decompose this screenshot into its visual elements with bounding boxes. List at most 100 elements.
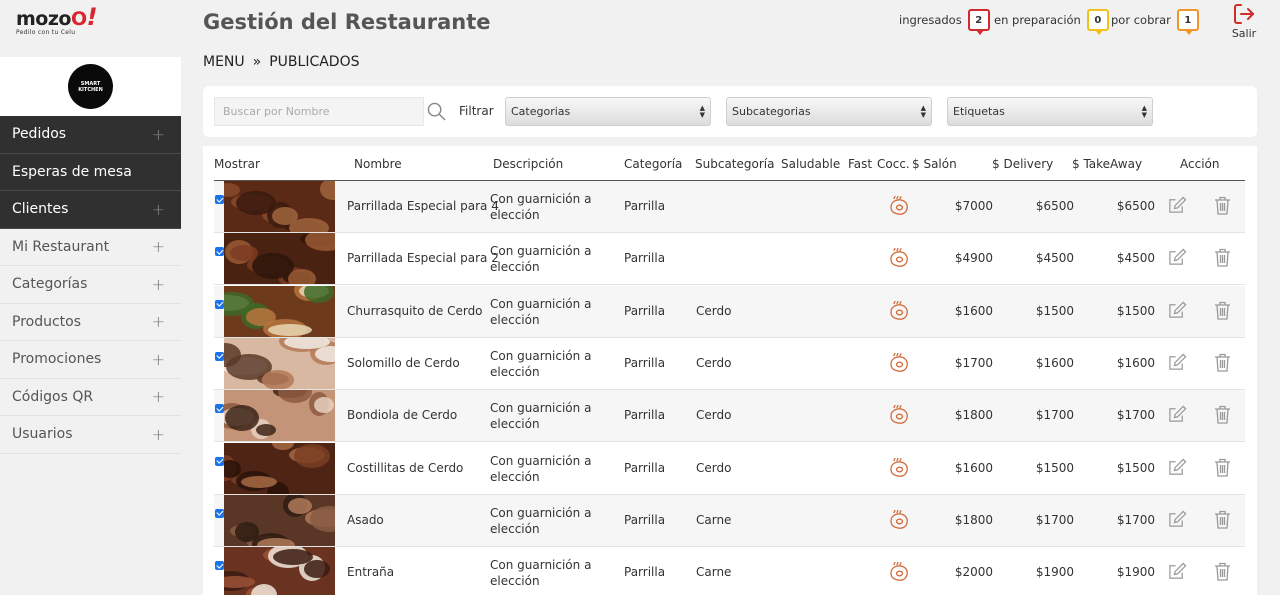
plus-icon[interactable]: + xyxy=(152,237,165,256)
edit-button[interactable] xyxy=(1168,248,1187,270)
sidebar-item[interactable]: Productos + xyxy=(0,303,181,341)
breadcrumb-menu[interactable]: MENU xyxy=(203,54,245,70)
edit-button[interactable] xyxy=(1168,510,1187,532)
sidebar-item[interactable]: Mi Restaurant + xyxy=(0,228,181,266)
edit-icon[interactable] xyxy=(1168,353,1187,372)
table-row[interactable]: Solomillo de Cerdo Con guarnición a elecc… xyxy=(214,337,1245,390)
sidebar-item[interactable]: Clientes + xyxy=(0,191,181,229)
sidebar-item[interactable]: Esperas de mesa xyxy=(0,153,181,191)
show-checkbox[interactable] xyxy=(215,404,224,414)
trash-icon[interactable] xyxy=(1214,301,1231,320)
delete-button[interactable] xyxy=(1214,562,1231,584)
table-row[interactable]: Costillitas de Cerdo Con guarnición a ele… xyxy=(214,442,1245,495)
edit-button[interactable] xyxy=(1168,458,1187,480)
edit-icon[interactable] xyxy=(1168,405,1187,424)
trash-icon[interactable] xyxy=(1214,562,1231,581)
product-subcategory: Cerdo xyxy=(696,408,732,423)
table-row[interactable]: Churrasquito de Cerdo Con guarnición a el… xyxy=(214,285,1245,338)
delete-button[interactable] xyxy=(1214,458,1231,480)
table-row[interactable]: Bondiola de Cerdo Con guarnición a elecci… xyxy=(214,390,1245,443)
status-badge: 2 xyxy=(967,9,990,35)
sidebar-item[interactable]: Categorías + xyxy=(0,266,181,304)
price-takeaway: $1700 xyxy=(1116,408,1155,423)
show-checkbox[interactable] xyxy=(215,456,224,466)
search-icon[interactable] xyxy=(427,102,446,121)
edit-button[interactable] xyxy=(1168,196,1187,218)
app-logo[interactable]: mozoO! Pedilo con tu Celu xyxy=(16,5,106,38)
status-ingresados[interactable]: ingresados 2 xyxy=(899,9,990,35)
trash-icon[interactable] xyxy=(1214,196,1231,215)
sidebar-item[interactable]: Pedidos + xyxy=(0,116,181,154)
product-name: Entraña xyxy=(347,565,395,580)
price-salon: $1600 xyxy=(954,303,993,318)
plus-icon[interactable]: + xyxy=(152,275,165,294)
show-checkbox[interactable] xyxy=(215,561,224,571)
restaurant-logo: SMART KITCHEN xyxy=(68,64,113,109)
trash-icon[interactable] xyxy=(1214,353,1231,372)
logout-button[interactable]: Salir xyxy=(1229,2,1259,40)
show-checkbox[interactable] xyxy=(215,351,224,361)
table-row[interactable]: Parrillada Especial para 4 Con guarnición… xyxy=(214,181,1245,233)
edit-button[interactable] xyxy=(1168,562,1187,584)
status-por-cobrar[interactable]: por cobrar 1 xyxy=(1111,9,1199,35)
sidebar-item-label: Clientes xyxy=(12,201,69,218)
table-row[interactable]: Asado Con guarnición a elección Parrilla Ca… xyxy=(214,494,1245,547)
plus-icon[interactable]: + xyxy=(152,350,165,369)
delete-button[interactable] xyxy=(1214,405,1231,427)
delete-button[interactable] xyxy=(1214,248,1231,270)
plus-icon[interactable]: + xyxy=(152,387,165,406)
edit-button[interactable] xyxy=(1168,301,1187,323)
trash-icon[interactable] xyxy=(1214,248,1231,267)
edit-icon[interactable] xyxy=(1168,248,1187,267)
edit-icon[interactable] xyxy=(1168,458,1187,477)
subcategory-select[interactable]: Subcategorias ▲ ▼ xyxy=(726,97,932,126)
sidebar-item[interactable]: Códigos QR + xyxy=(0,378,181,416)
edit-icon[interactable] xyxy=(1168,510,1187,529)
sidebar-item[interactable]: Promociones + xyxy=(0,341,181,379)
plus-icon[interactable]: + xyxy=(152,125,165,144)
trash-icon[interactable] xyxy=(1214,405,1231,424)
sidebar-item-label: Códigos QR xyxy=(12,388,94,405)
product-name: Parrillada Especial para 4 xyxy=(347,199,499,213)
product-description: Con guarnición a elección xyxy=(490,453,592,484)
edit-icon[interactable] xyxy=(1168,562,1187,581)
cooking-indicator xyxy=(887,404,911,429)
steak-icon xyxy=(890,405,908,425)
search-input[interactable] xyxy=(214,97,424,126)
edit-button[interactable] xyxy=(1168,405,1187,427)
steak-icon xyxy=(890,457,908,477)
sidebar-item-label: Mi Restaurant xyxy=(12,238,110,255)
breadcrumb-publicados: PUBLICADOS xyxy=(269,54,360,70)
edit-icon[interactable] xyxy=(1168,196,1187,215)
status-en-preparacion[interactable]: en preparación 0 xyxy=(994,9,1109,35)
product-description: Con guarnición a elección xyxy=(490,401,592,432)
show-checkbox[interactable] xyxy=(215,195,224,204)
table-header: Mostrar Nombre Descripción Categoría Subcate… xyxy=(214,146,1245,181)
product-description: Con guarnición a elección xyxy=(490,558,592,589)
plus-icon[interactable]: + xyxy=(152,312,165,331)
column-header: $ Delivery xyxy=(992,157,1054,171)
table-row[interactable]: Parrillada Especial para 2 Con guarnición… xyxy=(214,233,1245,286)
show-checkbox[interactable] xyxy=(215,508,224,518)
delete-button[interactable] xyxy=(1214,196,1231,218)
show-checkbox[interactable] xyxy=(215,247,224,257)
product-name: Parrillada Especial para 2 xyxy=(347,251,499,266)
show-checkbox[interactable] xyxy=(215,299,224,309)
delete-button[interactable] xyxy=(1214,510,1231,532)
trash-icon[interactable] xyxy=(1214,458,1231,477)
sidebar-item[interactable]: Usuarios + xyxy=(0,416,181,454)
price-takeaway: $6500 xyxy=(1116,199,1155,213)
category-select[interactable]: Categorias ▲ ▼ xyxy=(505,97,711,126)
logo-brand: mozo xyxy=(16,8,71,30)
trash-icon[interactable] xyxy=(1214,510,1231,529)
tags-select[interactable]: Etiquetas ▲ ▼ xyxy=(947,97,1153,126)
status-label: ingresados xyxy=(899,13,962,27)
edit-button[interactable] xyxy=(1168,353,1187,375)
plus-icon[interactable]: + xyxy=(152,425,165,444)
edit-icon[interactable] xyxy=(1168,301,1187,320)
delete-button[interactable] xyxy=(1214,353,1231,375)
delete-button[interactable] xyxy=(1214,301,1231,323)
plus-icon[interactable]: + xyxy=(152,200,165,219)
breadcrumb: MENU » PUBLICADOS xyxy=(203,54,360,70)
table-row[interactable]: Entraña Con guarnición a elección Parrilla… xyxy=(214,547,1245,595)
